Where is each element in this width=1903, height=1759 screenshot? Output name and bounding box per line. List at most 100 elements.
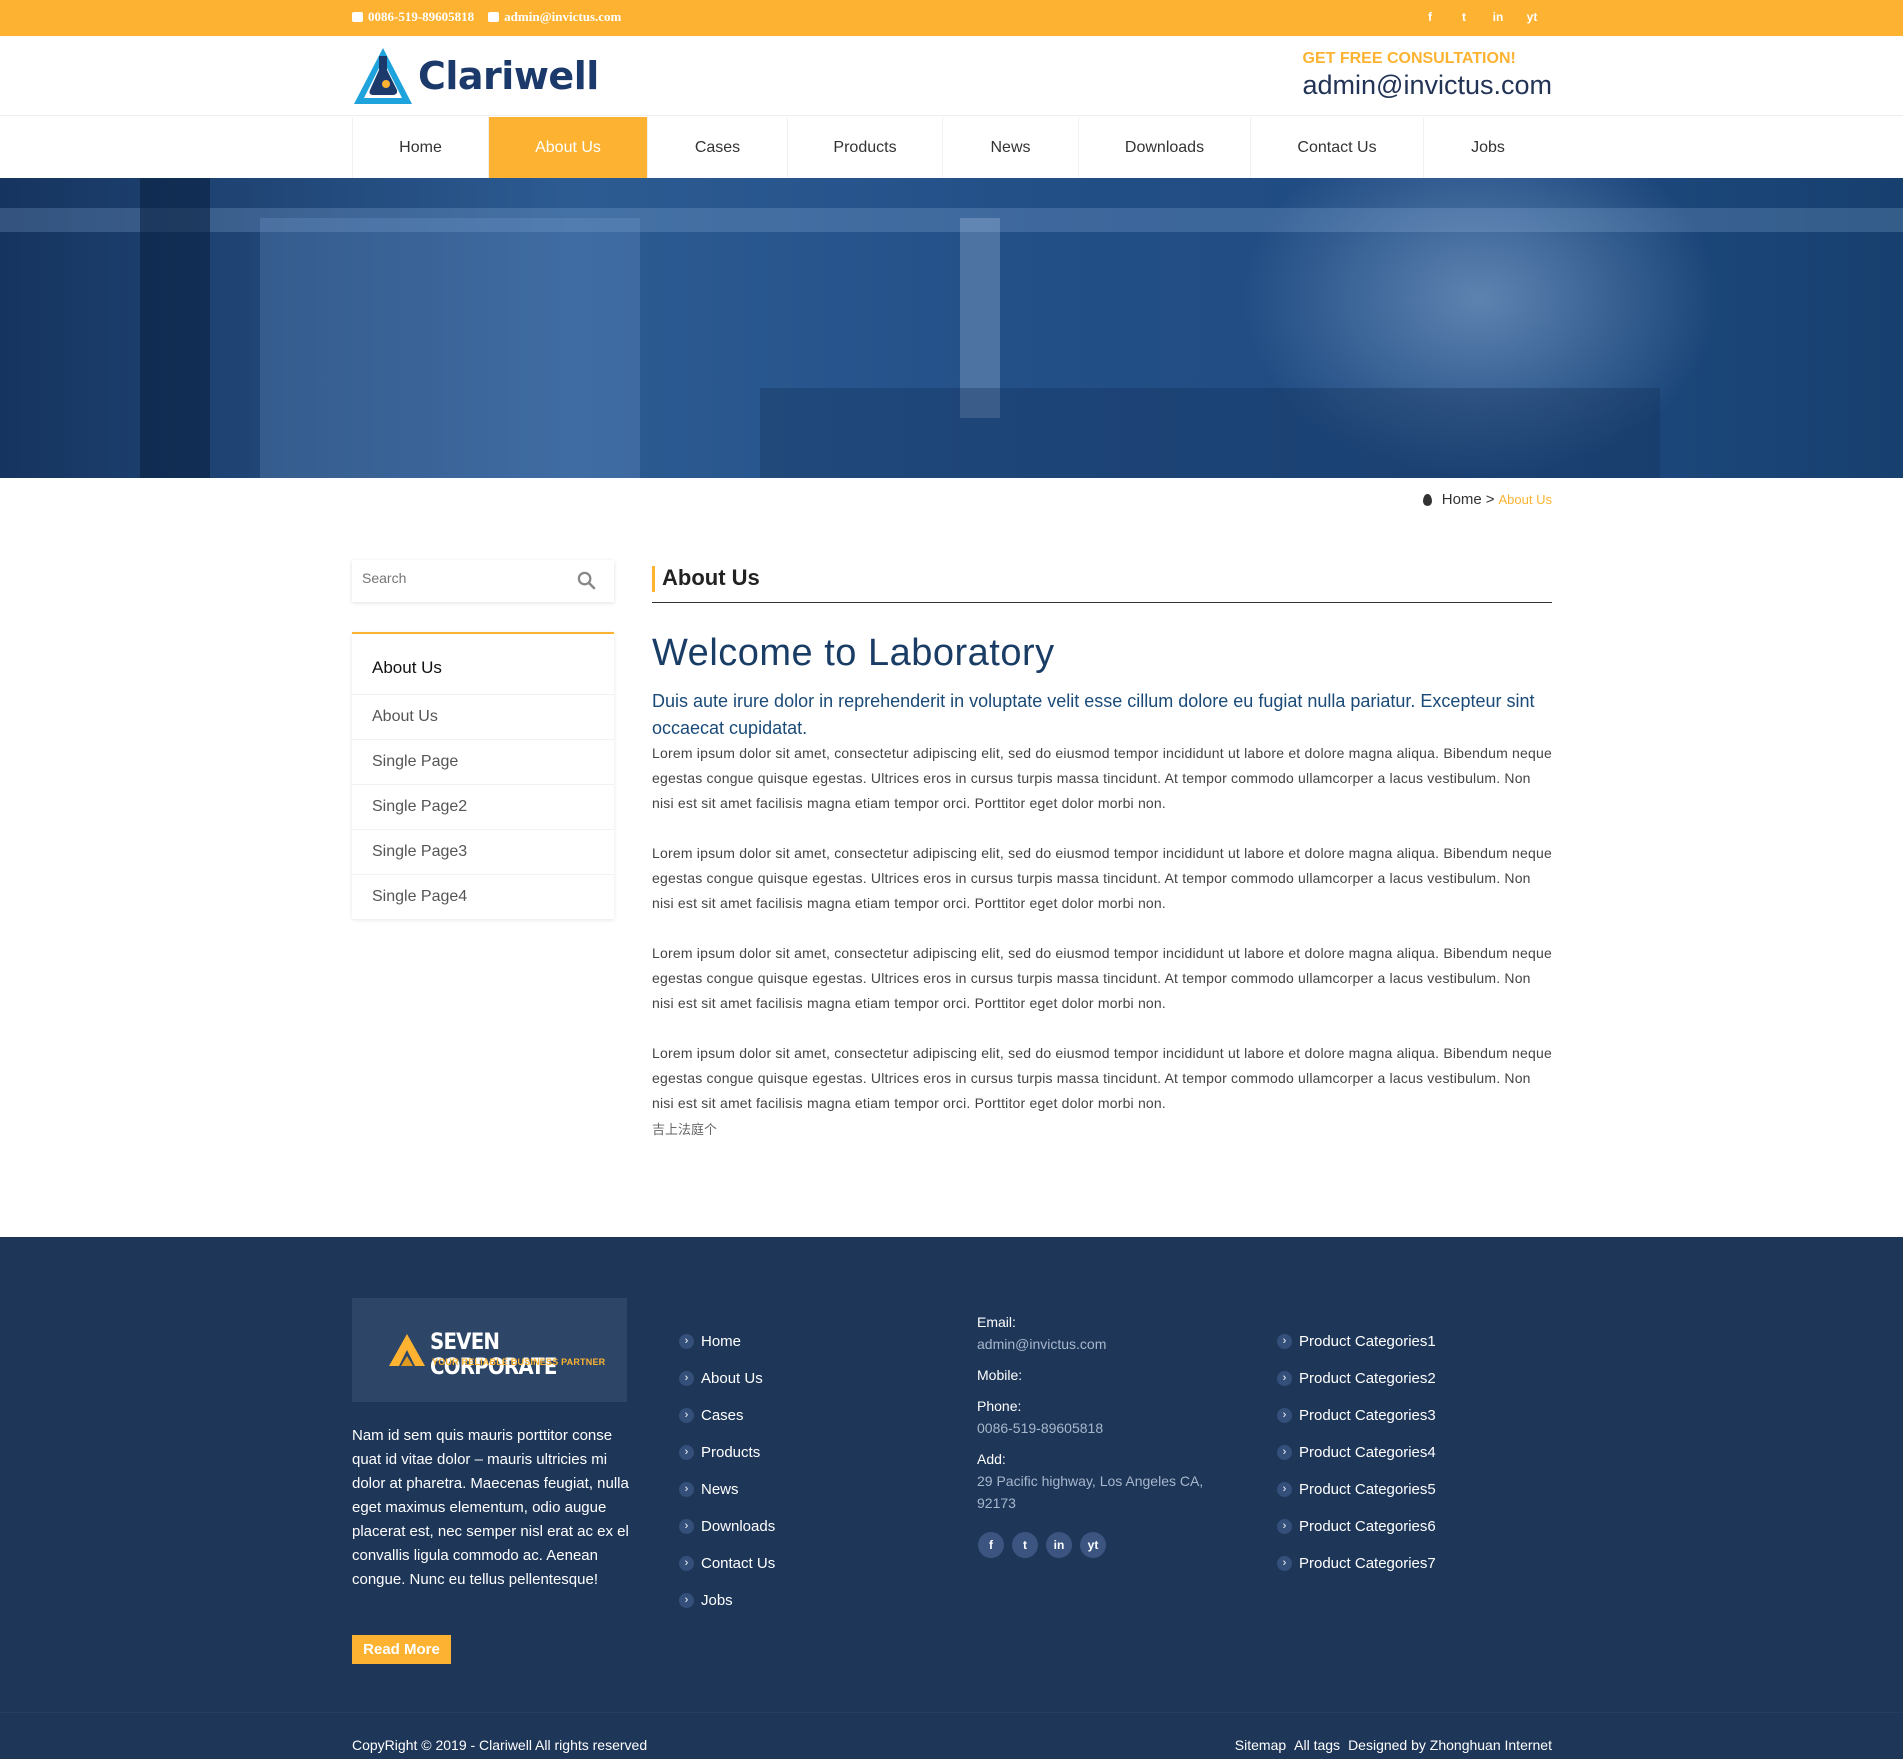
youtube-icon[interactable]: yt xyxy=(1524,10,1540,24)
search-input[interactable] xyxy=(362,570,562,586)
footer-link-jobs[interactable]: › Jobs xyxy=(679,1582,775,1619)
section-title-text: About Us xyxy=(662,565,760,590)
footer-link-label[interactable]: Jobs xyxy=(701,1592,733,1609)
nav-about-us[interactable]: About Us xyxy=(488,117,647,178)
footer-category-7[interactable]: › Product Categories7 xyxy=(1277,1545,1436,1582)
footer-categories: › Product Categories1 › Product Categories… xyxy=(1277,1323,1436,1582)
sidebar-title: About Us xyxy=(372,658,442,677)
nav-contact-us[interactable]: Contact Us xyxy=(1250,117,1423,178)
footer-category-1[interactable]: › Product Categories1 xyxy=(1277,1323,1436,1360)
email-value[interactable]: admin@invictus.com xyxy=(977,1333,1237,1355)
footer-link-label[interactable]: Cases xyxy=(701,1407,744,1424)
footer-social: f t in yt xyxy=(978,1532,1106,1558)
site-header: Clariwell GET FREE CONSULTATION! admin@i… xyxy=(0,36,1903,116)
top-email-text[interactable]: admin@invictus.com xyxy=(504,9,621,25)
footer-link-label[interactable]: Downloads xyxy=(701,1518,775,1535)
facebook-icon[interactable]: f xyxy=(978,1532,1004,1558)
top-bar: 0086-519-89605818 admin@invictus.com f t… xyxy=(0,0,1903,36)
top-phone: 0086-519-89605818 xyxy=(352,9,474,25)
footer-link-label[interactable]: Contact Us xyxy=(701,1555,775,1572)
location-pin-icon xyxy=(1422,493,1432,506)
breadcrumb: Home > About Us xyxy=(1422,491,1552,508)
sitemap-link[interactable]: Sitemap xyxy=(1235,1737,1286,1753)
youtube-icon[interactable]: yt xyxy=(1080,1532,1106,1558)
sidebar-menu: About Us About Us Single Page Single Pag… xyxy=(352,632,614,919)
footer-logo-tagline: YOUR RELIABLE BUSINESS PARTNER xyxy=(432,1357,606,1367)
nav-downloads[interactable]: Downloads xyxy=(1078,117,1250,178)
paragraph: Lorem ipsum dolor sit amet, consectetur … xyxy=(652,745,1552,811)
category-label[interactable]: Product Categories6 xyxy=(1299,1518,1436,1535)
site-footer: SEVEN CORPORATE YOUR RELIABLE BUSINESS P… xyxy=(0,1237,1903,1759)
nav-jobs[interactable]: Jobs xyxy=(1423,117,1552,178)
category-label[interactable]: Product Categories3 xyxy=(1299,1407,1436,1424)
top-phone-text: 0086-519-89605818 xyxy=(368,9,475,24)
sidebar-item-single-page4[interactable]: Single Page4 xyxy=(352,874,614,919)
chevron-right-icon: › xyxy=(1277,1482,1292,1497)
footer-link-about-us[interactable]: › About Us xyxy=(679,1360,775,1397)
paragraph: Lorem ipsum dolor sit amet, consectetur … xyxy=(652,845,1552,911)
footer-link-home[interactable]: › Home xyxy=(679,1323,775,1360)
footer-link-label[interactable]: About Us xyxy=(701,1370,763,1387)
nav-home[interactable]: Home xyxy=(352,117,488,178)
category-label[interactable]: Product Categories1 xyxy=(1299,1333,1436,1350)
footer-link-news[interactable]: › News xyxy=(679,1471,775,1508)
chevron-right-icon: › xyxy=(1277,1556,1292,1571)
title-accent-bar xyxy=(652,566,655,592)
footer-category-2[interactable]: › Product Categories2 xyxy=(1277,1360,1436,1397)
footer-category-5[interactable]: › Product Categories5 xyxy=(1277,1471,1436,1508)
main-nav: Home About Us Cases Products News Downlo… xyxy=(0,117,1903,178)
hero-banner xyxy=(0,178,1903,478)
twitter-icon[interactable]: t xyxy=(1456,10,1472,24)
footer-link-downloads[interactable]: › Downloads xyxy=(679,1508,775,1545)
breadcrumb-current: About Us xyxy=(1498,492,1552,507)
footer-link-label[interactable]: Products xyxy=(701,1444,760,1461)
footer-logo[interactable]: SEVEN CORPORATE YOUR RELIABLE BUSINESS P… xyxy=(352,1298,627,1402)
address-value: 29 Pacific highway, Los Angeles CA, 9217… xyxy=(977,1473,1204,1511)
category-label[interactable]: Product Categories2 xyxy=(1299,1370,1436,1387)
consult-email[interactable]: admin@invictus.com xyxy=(1303,70,1553,101)
category-label[interactable]: Product Categories5 xyxy=(1299,1481,1436,1498)
chevron-right-icon: › xyxy=(679,1482,694,1497)
chevron-right-icon: › xyxy=(1277,1334,1292,1349)
top-contact: 0086-519-89605818 admin@invictus.com xyxy=(352,9,621,25)
breadcrumb-home[interactable]: Home xyxy=(1442,491,1482,508)
sidebar-item-single-page2[interactable]: Single Page2 xyxy=(352,784,614,829)
category-label[interactable]: Product Categories4 xyxy=(1299,1444,1436,1461)
designer-link[interactable]: Designed by Zhonghuan Internet xyxy=(1348,1737,1552,1753)
footer-link-contact-us[interactable]: › Contact Us xyxy=(679,1545,775,1582)
logo-flask-icon xyxy=(354,48,412,104)
nav-news[interactable]: News xyxy=(942,117,1078,178)
paragraph: Lorem ipsum dolor sit amet, consectetur … xyxy=(652,945,1552,1011)
nav-cases[interactable]: Cases xyxy=(647,117,787,178)
consult-label: GET FREE CONSULTATION! xyxy=(1302,50,1516,67)
all-tags-link[interactable]: All tags xyxy=(1294,1737,1340,1753)
footer-link-products[interactable]: › Products xyxy=(679,1434,775,1471)
phone-value: 0086-519-89605818 xyxy=(977,1420,1104,1436)
footer-link-label[interactable]: News xyxy=(701,1481,739,1498)
section-title: About Us xyxy=(652,563,1552,603)
category-label[interactable]: Product Categories7 xyxy=(1299,1555,1436,1572)
top-email[interactable]: admin@invictus.com xyxy=(488,9,621,25)
linkedin-icon[interactable]: in xyxy=(1490,10,1506,24)
footer-link-cases[interactable]: › Cases xyxy=(679,1397,775,1434)
search-icon[interactable] xyxy=(577,571,596,590)
linkedin-icon[interactable]: in xyxy=(1046,1532,1072,1558)
twitter-icon[interactable]: t xyxy=(1012,1532,1038,1558)
sidebar-item-single-page3[interactable]: Single Page3 xyxy=(352,829,614,874)
facebook-icon[interactable]: f xyxy=(1422,10,1438,24)
sidebar-item-about-us[interactable]: About Us xyxy=(352,694,614,739)
breadcrumb-separator: > xyxy=(1485,491,1495,508)
nav-products[interactable]: Products xyxy=(787,117,942,178)
footer-about-text: Nam id sem quis mauris porttitor conse q… xyxy=(352,1427,629,1588)
chevron-right-icon: › xyxy=(1277,1445,1292,1460)
footer-bottom-links: Sitemap All tags Designed by Zhonghuan I… xyxy=(1235,1737,1552,1753)
sidebar-item-single-page[interactable]: Single Page xyxy=(352,739,614,784)
footer-link-label[interactable]: Home xyxy=(701,1333,741,1350)
footer-category-3[interactable]: › Product Categories3 xyxy=(1277,1397,1436,1434)
site-logo[interactable]: Clariwell xyxy=(352,46,599,106)
footer-category-6[interactable]: › Product Categories6 xyxy=(1277,1508,1436,1545)
footer-category-4[interactable]: › Product Categories4 xyxy=(1277,1434,1436,1471)
read-more-button[interactable]: Read More xyxy=(352,1635,451,1664)
logo-text: Clariwell xyxy=(418,54,599,98)
copyright-text: CopyRight © 2019 - Clariwell All rights … xyxy=(352,1737,648,1753)
